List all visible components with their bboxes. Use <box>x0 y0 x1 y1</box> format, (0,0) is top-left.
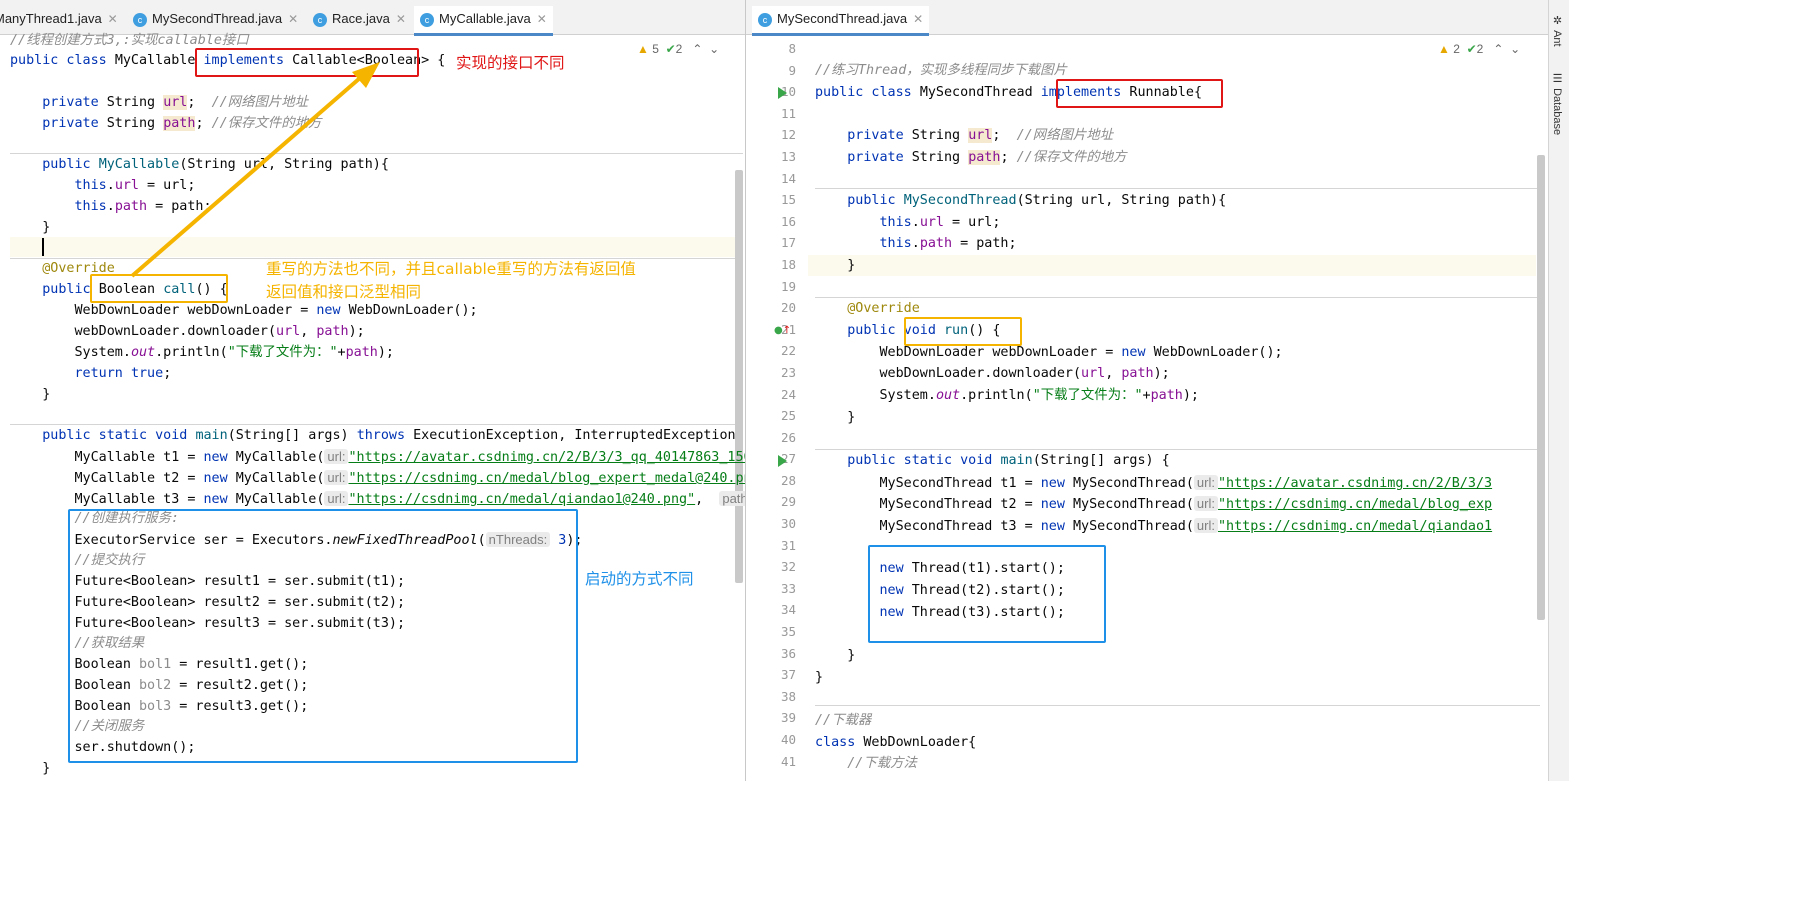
code-line: public static void main(String[] args) t… <box>10 428 745 443</box>
code-line: } <box>10 387 51 402</box>
line-number: 39 <box>780 710 796 726</box>
line-number: 23 <box>780 364 796 380</box>
code-line: webDownLoader.downloader(url, path); <box>815 366 1170 381</box>
line-number: 31 <box>780 537 796 553</box>
run-icon[interactable] <box>778 87 787 99</box>
code-line: //下载方法 <box>815 756 917 771</box>
chevron-down-icon[interactable]: ⌄ <box>1510 42 1520 56</box>
line-number: 10 <box>780 84 796 100</box>
code-line: } <box>815 648 856 663</box>
chevron-up-icon[interactable]: ⌃ <box>1493 42 1503 56</box>
check-icon: ✔ <box>1466 42 1477 56</box>
implements-runnable-highlight-box <box>1056 79 1223 108</box>
line-number: 32 <box>780 559 796 575</box>
line-number: 28 <box>780 472 796 488</box>
line-number: 30 <box>780 516 796 532</box>
code-line: MySecondThread t1 = new MySecondThread(u… <box>815 475 1493 491</box>
database-icon: ☰ <box>1551 72 1563 85</box>
start-note: 启动的方式不同 <box>585 570 694 588</box>
database-tool-button[interactable]: ☰ Database <box>1551 72 1564 135</box>
line-number: 14 <box>780 170 796 186</box>
line-number: 19 <box>780 278 796 294</box>
line-number: 13 <box>780 148 796 164</box>
code-line: this.path = path; <box>815 236 1017 251</box>
line-number: 8 <box>788 41 796 56</box>
line-number: 37 <box>780 667 796 683</box>
right-tool-strip: ✲ Ant ☰ Database <box>1548 0 1569 781</box>
line-number: 25 <box>780 408 796 424</box>
code-line: } <box>815 670 824 685</box>
thread-start-highlight-box <box>868 545 1106 643</box>
code-line: MySecondThread t2 = new MySecondThread(u… <box>815 496 1493 512</box>
code-line: private String url; //网络图片地址 <box>815 128 1114 143</box>
database-label: Database <box>1551 88 1563 136</box>
code-line: WebDownLoader webDownLoader = new WebDow… <box>815 345 1283 360</box>
line-number: 33 <box>780 580 796 596</box>
line-number: 18 <box>780 256 796 272</box>
line-number: 26 <box>780 429 796 445</box>
code-line: //下载器 <box>815 713 872 728</box>
code-line: this.url = url; <box>815 215 1001 230</box>
right-inspection-indicator[interactable]: ▲ 2 ✔2 ⌃ ⌄ <box>1438 42 1520 56</box>
code-line: @Override <box>815 301 920 316</box>
run-method-highlight-box <box>904 317 1022 346</box>
class-icon: c <box>758 12 772 27</box>
code-line: MyCallable t3 = new MyCallable(url: "http… <box>10 488 745 509</box>
line-number: 15 <box>780 192 796 208</box>
line-number: 11 <box>780 105 796 121</box>
ant-icon: ✲ <box>1551 14 1563 27</box>
implements-method-icon[interactable]: ●↑ <box>774 325 791 336</box>
tab-label: MySecondThread.java <box>777 11 908 26</box>
executor-block-highlight-box <box>68 509 578 763</box>
line-number: 40 <box>780 732 796 747</box>
ant-label: Ant <box>1551 30 1563 47</box>
code-line: System.out.println("下载了文件为："+path); <box>815 388 1199 403</box>
right-tab-bar: c MySecondThread.java ✕ <box>746 0 1548 36</box>
right-code-area[interactable]: //练习Thread，实现多线程同步下载图片 public class MySe… <box>815 60 1545 781</box>
code-line: } <box>10 761 51 776</box>
run-icon[interactable] <box>778 455 787 467</box>
warning-icon: ▲ <box>1438 42 1450 56</box>
line-number: 38 <box>780 688 796 704</box>
tab-mysecondthread-right[interactable]: c MySecondThread.java ✕ <box>752 6 930 36</box>
arrow-annotation <box>130 62 380 278</box>
line-number: 16 <box>780 213 796 229</box>
line-number: 27 <box>780 451 796 467</box>
code-line: return true; <box>10 366 172 381</box>
code-line: public static void main(String[] args) { <box>815 453 1170 468</box>
code-line: System.out.println("下载了文件为："+path); <box>10 345 394 360</box>
line-number: 41 <box>780 753 796 769</box>
code-line: class WebDownLoader{ <box>815 735 977 750</box>
line-number: 9 <box>788 62 796 78</box>
check-count: 2 <box>1476 42 1484 56</box>
code-line: private String path; //保存文件的地方 <box>815 150 1127 165</box>
line-number: 36 <box>780 645 796 661</box>
code-line: MyCallable t1 = new MyCallable(url: "http… <box>10 449 745 465</box>
line-number: 35 <box>780 624 796 640</box>
line-number: 20 <box>780 300 796 316</box>
code-line: MySecondThread t3 = new MySecondThread(u… <box>815 518 1493 534</box>
line-number: 17 <box>780 235 796 251</box>
code-line: } <box>815 410 856 425</box>
warning-count: 2 <box>1453 42 1460 56</box>
code-line: //练习Thread，实现多线程同步下载图片 <box>815 63 1067 78</box>
editor-split-divider[interactable] <box>745 0 746 781</box>
right-line-numbers: 8 9 10 11 12 13 14 15 16 17 18 19 20 21 22 23 24 25 26 27 28… <box>752 38 796 772</box>
ant-tool-button[interactable]: ✲ Ant <box>1551 14 1564 47</box>
code-line: public MySecondThread(String url, String… <box>815 193 1227 208</box>
code-line: } <box>815 258 856 273</box>
line-number: 24 <box>780 386 796 402</box>
line-number: 22 <box>780 343 796 359</box>
code-line: webDownLoader.downloader(url, path); <box>10 324 365 339</box>
line-number: 12 <box>780 127 796 143</box>
line-number: 34 <box>780 602 796 618</box>
close-icon[interactable]: ✕ <box>913 12 923 26</box>
line-number: 29 <box>780 494 796 510</box>
code-line: MyCallable t2 = new MyCallable(url: "http… <box>10 470 745 486</box>
